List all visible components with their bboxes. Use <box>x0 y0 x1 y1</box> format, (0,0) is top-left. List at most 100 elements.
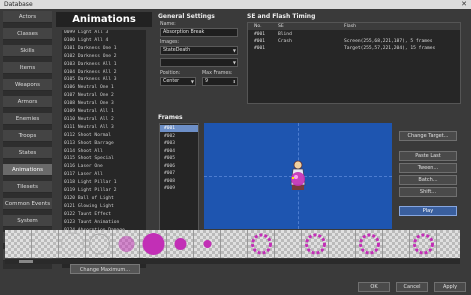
image2-select[interactable]: ▼ <box>160 58 238 67</box>
animation-canvas[interactable] <box>204 123 392 229</box>
chevron-down-icon: ▼ <box>190 79 194 84</box>
se-cell-no: #001 <box>254 32 266 37</box>
animation-list-item[interactable]: 0102 Darkness One 2 <box>62 54 146 61</box>
tween-button[interactable]: Tween... <box>399 163 457 173</box>
animation-cell[interactable] <box>221 230 248 258</box>
animation-list-item[interactable]: 0111 Neutral All 3 <box>62 125 146 132</box>
animation-list-item[interactable]: 0106 Neutral One 1 <box>62 85 146 92</box>
animation-list-item[interactable]: 0122 Taunt Effect <box>62 212 146 219</box>
animation-cell[interactable] <box>437 230 460 258</box>
category-common-events[interactable]: Common Events <box>3 198 52 210</box>
frame-list[interactable]: #001 #002 #003 #004 #005 #006 #007 #008 #009 <box>159 123 199 237</box>
se-flash-table[interactable]: No. SE Flash #001 Blind #001 Crash Screen(25… <box>247 22 461 104</box>
animation-list-item[interactable]: 0116 Laser One <box>62 164 146 171</box>
image1-value: StateDeath <box>163 48 191 53</box>
close-icon[interactable]: ✕ <box>461 0 467 9</box>
animation-cell[interactable] <box>194 230 221 258</box>
animation-cell[interactable] <box>275 230 302 258</box>
category-actors[interactable]: Actors <box>3 11 52 23</box>
frame-list-item[interactable]: #001 <box>160 125 198 132</box>
frame-list-item[interactable]: #006 <box>160 163 198 170</box>
frame-list-item[interactable]: #007 <box>160 170 198 177</box>
category-animations[interactable]: Animations <box>3 164 52 176</box>
animation-list-item[interactable]: 0114 Shoot All <box>62 149 146 156</box>
animation-cell[interactable] <box>383 230 410 258</box>
cell-palette[interactable] <box>5 230 460 258</box>
category-items[interactable]: Items <box>3 62 52 74</box>
cancel-button[interactable]: Cancel <box>396 282 428 292</box>
category-armors[interactable]: Armors <box>3 96 52 108</box>
animation-list-item[interactable]: 0103 Darkness All 1 <box>62 62 146 69</box>
category-tilesets[interactable]: Tilesets <box>3 181 52 193</box>
category-classes[interactable]: Classes <box>3 28 52 40</box>
animation-cell[interactable] <box>59 230 86 258</box>
apply-button[interactable]: Apply <box>434 282 466 292</box>
animation-cell[interactable] <box>302 230 329 258</box>
animation-cell[interactable] <box>5 230 33 258</box>
general-settings-section: General Settings Name: Absorption Break … <box>158 13 241 113</box>
category-enemies[interactable]: Enemies <box>3 113 52 125</box>
battler-sprite[interactable] <box>204 123 392 229</box>
se-flash-row[interactable]: #001 Target(255,57,221,204), 15 frames <box>248 45 460 52</box>
scrollbar-thumb[interactable] <box>19 260 33 263</box>
animation-list-item[interactable]: 0120 Ball of Light <box>62 196 146 203</box>
general-settings-title: General Settings <box>158 13 215 20</box>
animation-list-item[interactable]: 0104 Darkness All 2 <box>62 70 146 77</box>
animation-list-item[interactable]: 0110 Neutral All 2 <box>62 117 146 124</box>
animation-cell[interactable] <box>113 230 140 258</box>
animation-cell[interactable] <box>329 230 356 258</box>
position-select[interactable]: Center ▼ <box>160 77 196 86</box>
category-skills[interactable]: Skills <box>3 45 52 57</box>
se-flash-row[interactable]: #001 Crash Screen(255,68,221,187), 5 frame… <box>248 38 460 45</box>
animation-cell[interactable] <box>140 230 167 258</box>
category-states[interactable]: States <box>3 147 52 159</box>
animation-list-item[interactable]: 0118 Light Pillar 1 <box>62 180 146 187</box>
cell-palette-scrollbar[interactable] <box>5 259 460 264</box>
animation-cell[interactable] <box>248 230 275 258</box>
animation-list-item[interactable]: 0113 Shoot Barrage <box>62 141 146 148</box>
frame-list-item[interactable]: #002 <box>160 133 198 140</box>
animations-header: Animations <box>56 12 152 27</box>
category-weapons[interactable]: Weapons <box>3 79 52 91</box>
category-system[interactable]: System <box>3 215 52 227</box>
play-button[interactable]: Play <box>399 206 457 216</box>
frame-list-item[interactable]: #009 <box>160 185 198 192</box>
animation-list-item[interactable]: 0121 Glowing Light <box>62 204 146 211</box>
animation-list-item[interactable]: 0123 Taunt Animation <box>62 220 146 227</box>
animation-list-item[interactable]: 0109 Neutral All 1 <box>62 109 146 116</box>
animation-list-item[interactable]: 0107 Neutral One 2 <box>62 93 146 100</box>
animation-cell[interactable] <box>356 230 383 258</box>
frame-list-item[interactable]: #005 <box>160 155 198 162</box>
animation-list-item[interactable]: 0101 Darkness One 1 <box>62 46 146 53</box>
se-col-no: No. <box>254 24 262 29</box>
category-troops[interactable]: Troops <box>3 130 52 142</box>
ok-button[interactable]: OK <box>358 282 390 292</box>
animation-list-item[interactable]: 0108 Neutral One 3 <box>62 101 146 108</box>
se-col-se: SE <box>278 24 284 29</box>
frame-list-item[interactable]: #004 <box>160 148 198 155</box>
animation-cell[interactable] <box>86 230 113 258</box>
shift-button[interactable]: Shift... <box>399 187 457 197</box>
batch-button[interactable]: Batch... <box>399 175 457 185</box>
animation-cell[interactable] <box>167 230 194 258</box>
change-target-button[interactable]: Change Target... <box>399 131 457 141</box>
animation-list-item[interactable]: 0100 Light All 4 <box>62 38 146 45</box>
animation-list-item[interactable]: 0119 Light Pillar 2 <box>62 188 146 195</box>
animation-cell[interactable] <box>410 230 437 258</box>
image1-select[interactable]: StateDeath ▼ <box>160 46 238 55</box>
max-frames-stepper[interactable]: 9 ⬍ <box>202 77 238 86</box>
animation-list-item[interactable]: 0105 Darkness All 3 <box>62 77 146 84</box>
change-maximum-button[interactable]: Change Maximum... <box>70 264 140 274</box>
animation-list-item[interactable]: 0115 Shoot Special <box>62 156 146 163</box>
animation-list-item[interactable]: 0112 Shoot Normal <box>62 133 146 140</box>
frame-list-item[interactable]: #003 <box>160 140 198 147</box>
max-frames-label: Max Frames: <box>202 71 233 76</box>
animation-cell[interactable] <box>32 230 59 258</box>
paste-last-button[interactable]: Paste Last <box>399 151 457 161</box>
animation-list-item[interactable]: 0099 Light All 3 <box>62 30 146 37</box>
se-col-flash: Flash <box>344 24 357 29</box>
name-field[interactable]: Absorption Break <box>160 28 238 37</box>
frame-list-item[interactable]: #008 <box>160 178 198 185</box>
se-flash-row[interactable]: #001 Blind <box>248 31 460 38</box>
animation-list-item[interactable]: 0117 Laser All <box>62 172 146 179</box>
